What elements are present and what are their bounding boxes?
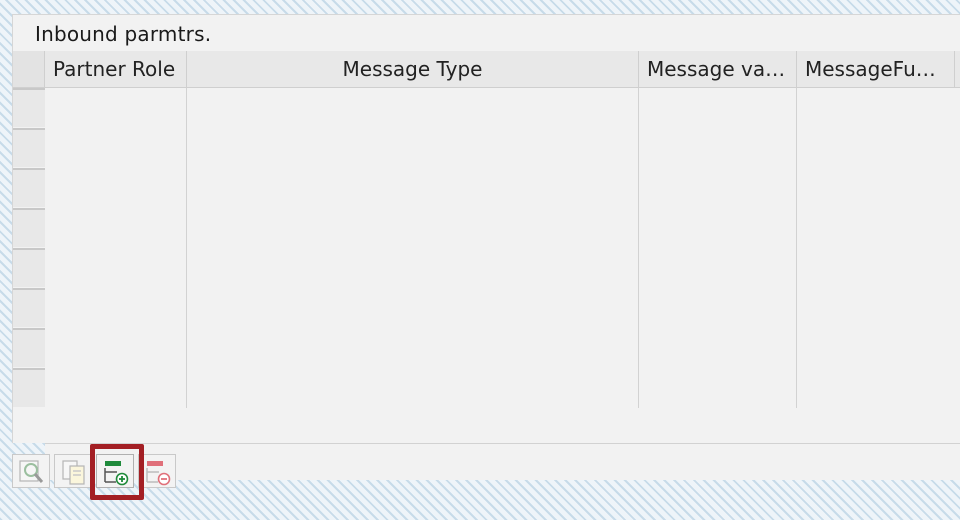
column-header-message-function[interactable]: MessageFu… bbox=[797, 51, 955, 87]
cell-message-function[interactable] bbox=[797, 88, 960, 128]
row-selector[interactable] bbox=[13, 208, 45, 247]
table-row[interactable] bbox=[45, 168, 960, 208]
cell-partner-role[interactable] bbox=[45, 168, 187, 208]
table-row[interactable] bbox=[45, 328, 960, 368]
cell-message-function[interactable] bbox=[797, 208, 960, 248]
cell-message-variant[interactable] bbox=[639, 88, 797, 128]
cell-partner-role[interactable] bbox=[45, 368, 187, 408]
cell-message-function[interactable] bbox=[797, 248, 960, 288]
row-selector[interactable] bbox=[13, 248, 45, 287]
table-row[interactable] bbox=[45, 248, 960, 288]
cell-message-type[interactable] bbox=[187, 368, 639, 408]
cell-message-type[interactable] bbox=[187, 288, 639, 328]
cell-partner-role[interactable] bbox=[45, 128, 187, 168]
table-row[interactable] bbox=[45, 208, 960, 248]
cell-message-type[interactable] bbox=[187, 88, 639, 128]
cell-partner-role[interactable] bbox=[45, 288, 187, 328]
copy-button[interactable] bbox=[54, 454, 92, 488]
row-selector[interactable] bbox=[13, 328, 45, 367]
table-row[interactable] bbox=[45, 128, 960, 168]
delete-row-icon bbox=[146, 461, 171, 486]
cell-message-variant[interactable] bbox=[639, 288, 797, 328]
cell-message-type[interactable] bbox=[187, 248, 639, 288]
cell-message-type[interactable] bbox=[187, 328, 639, 368]
cell-message-variant[interactable] bbox=[639, 328, 797, 368]
row-selector[interactable] bbox=[13, 288, 45, 327]
cell-partner-role[interactable] bbox=[45, 248, 187, 288]
cell-message-function[interactable] bbox=[797, 368, 960, 408]
table-row[interactable] bbox=[45, 288, 960, 328]
column-header-message-variant[interactable]: Message va… bbox=[639, 51, 797, 87]
column-header-message-type[interactable]: Message Type bbox=[187, 51, 639, 87]
details-icon bbox=[19, 460, 44, 483]
panel-title: Inbound parmtrs. bbox=[35, 22, 212, 46]
cell-message-variant[interactable] bbox=[639, 368, 797, 408]
cell-message-type[interactable] bbox=[187, 208, 639, 248]
row-selector[interactable] bbox=[13, 88, 45, 127]
cell-message-function[interactable] bbox=[797, 128, 960, 168]
inbound-parameters-panel: Inbound parmtrs. Partner Role Message Ty… bbox=[12, 14, 960, 480]
cell-message-variant[interactable] bbox=[639, 168, 797, 208]
cell-message-function[interactable] bbox=[797, 288, 960, 328]
copy-icon bbox=[62, 460, 85, 485]
cell-message-function[interactable] bbox=[797, 168, 960, 208]
details-button[interactable] bbox=[12, 454, 50, 488]
row-selector[interactable] bbox=[13, 168, 45, 207]
cell-message-variant[interactable] bbox=[639, 208, 797, 248]
table-row[interactable] bbox=[45, 88, 960, 128]
cell-message-variant[interactable] bbox=[639, 128, 797, 168]
table-row[interactable] bbox=[45, 368, 960, 408]
cell-message-variant[interactable] bbox=[639, 248, 797, 288]
row-selector[interactable] bbox=[13, 368, 45, 407]
cell-message-function[interactable] bbox=[797, 328, 960, 368]
horizontal-scrollbar[interactable]: ‹ bbox=[45, 443, 960, 480]
cell-message-type[interactable] bbox=[187, 128, 639, 168]
cell-partner-role[interactable] bbox=[45, 328, 187, 368]
row-selector[interactable] bbox=[13, 128, 45, 167]
inbound-parameters-table: Partner Role Message Type Message va… Me… bbox=[13, 51, 960, 480]
table-header: Partner Role Message Type Message va… Me… bbox=[13, 51, 960, 88]
cell-message-type[interactable] bbox=[187, 168, 639, 208]
cell-partner-role[interactable] bbox=[45, 88, 187, 128]
cell-partner-role[interactable] bbox=[45, 208, 187, 248]
insert-row-highlight bbox=[90, 444, 144, 500]
column-header-partner-role[interactable]: Partner Role bbox=[45, 51, 187, 87]
select-all-corner[interactable] bbox=[13, 51, 45, 87]
